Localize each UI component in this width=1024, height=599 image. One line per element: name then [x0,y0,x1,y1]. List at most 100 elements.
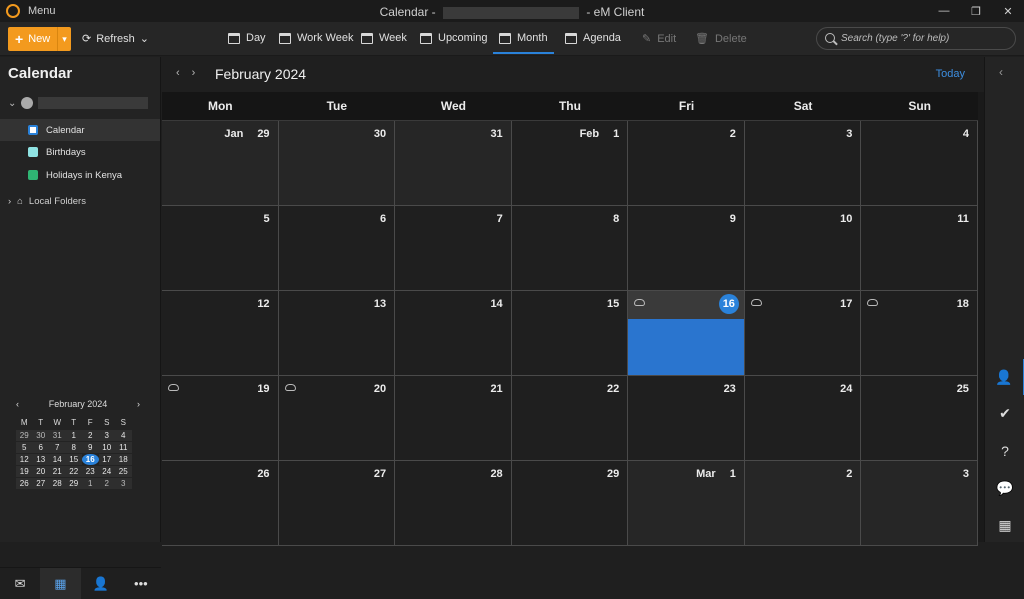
day-cell[interactable]: 26 [162,461,279,546]
mini-day-cell[interactable]: 7 [49,442,66,453]
help-icon[interactable]: ? [985,433,1024,469]
day-cell[interactable]: 8 [511,206,629,291]
day-cell[interactable]: 31 [395,121,512,206]
edit-button[interactable]: ✎ Edit [642,32,676,46]
mini-day-cell[interactable]: 6 [32,442,49,453]
today-button[interactable]: Today [936,68,965,80]
mini-day-cell[interactable]: 31 [49,430,66,441]
agenda-icon[interactable]: ▦ [985,507,1024,543]
sidebar-item-holidays-kenya[interactable]: Holidays in Kenya [0,164,160,186]
day-cell-today[interactable]: 16 [628,291,745,376]
day-cell[interactable]: 15 [511,291,629,376]
tasks-icon[interactable]: ✔ [985,395,1024,431]
mini-day-cell[interactable]: 10 [98,442,115,453]
sidebar-item-calendar[interactable]: Calendar [0,119,160,141]
new-button[interactable]: + New ▾ [8,27,71,51]
delete-button[interactable]: 🗑 Delete [695,32,747,46]
mini-day-cell[interactable]: 17 [98,454,115,465]
calendar-icon[interactable]: ▦ [40,568,81,599]
mini-day-cell[interactable]: 1 [82,478,99,489]
day-cell[interactable]: 10 [744,206,862,291]
sidebar-item-birthdays[interactable]: Birthdays [0,141,160,163]
day-cell[interactable]: 28 [395,461,512,546]
day-cell[interactable]: 9 [628,206,745,291]
day-cell[interactable]: 6 [278,206,396,291]
mini-day-cell[interactable]: 14 [49,454,66,465]
view-month-button[interactable]: Month [493,32,554,54]
day-cell[interactable]: 7 [395,206,512,291]
more-icon[interactable]: ••• [121,568,161,599]
contacts-icon[interactable]: 👤 [81,568,121,599]
checkbox-icon[interactable] [28,147,38,157]
day-cell[interactable]: 11 [861,206,978,291]
mini-day-cell[interactable]: 19 [16,466,33,477]
mini-day-cell[interactable]: 25 [115,466,132,477]
mini-day-cell[interactable]: 29 [65,478,82,489]
mini-day-cell[interactable]: 21 [49,466,66,477]
chevron-down-icon[interactable]: ⌄ [8,98,16,109]
mini-day-cell[interactable]: 30 [32,430,49,441]
mini-day-cell[interactable]: 13 [32,454,49,465]
mini-day-cell[interactable]: 2 [98,478,115,489]
day-cell[interactable]: 3 [861,461,978,546]
day-cell[interactable]: 27 [278,461,396,546]
view-day-button[interactable]: Day [228,32,266,44]
maximize-button[interactable]: ❐ [960,0,992,22]
day-cell[interactable]: 20 [278,376,396,461]
account-tree-item[interactable]: ⌄ [8,97,149,109]
mini-day-cell[interactable]: 2 [82,430,99,441]
mini-day-cell[interactable]: 28 [49,478,66,489]
day-cell[interactable]: Mar 1 [628,461,745,546]
day-cell[interactable]: Feb 1 [511,121,629,206]
sidebar-item-local-folders[interactable]: › ⌂ Local Folders [8,196,86,207]
mini-day-cell[interactable]: 8 [65,442,82,453]
view-upcoming-button[interactable]: Upcoming [420,32,488,44]
day-cell[interactable]: 23 [628,376,745,461]
mini-day-cell[interactable]: 16 [82,454,99,465]
day-cell[interactable]: 14 [395,291,512,376]
mini-day-cell[interactable]: 23 [82,466,99,477]
chevron-right-icon[interactable]: › [8,196,11,207]
day-cell[interactable]: 5 [162,206,279,291]
collapse-panel-icon[interactable]: ‹ [999,65,1003,79]
day-cell[interactable]: 13 [278,291,396,376]
day-cell[interactable]: 22 [511,376,629,461]
mini-day-cell[interactable]: 1 [65,430,82,441]
minimize-button[interactable]: — [928,0,960,22]
mini-day-cell[interactable]: 5 [16,442,33,453]
day-cell[interactable]: 25 [861,376,978,461]
day-cell[interactable]: 21 [395,376,512,461]
view-week-button[interactable]: Week [361,32,407,44]
close-button[interactable]: ✕ [992,0,1024,22]
day-cell[interactable]: 12 [162,291,279,376]
checkbox-icon[interactable] [28,170,38,180]
day-cell[interactable]: 30 [278,121,396,206]
chat-icon[interactable]: 💬 [985,470,1024,506]
refresh-button[interactable]: ⟳ Refresh ⌄ [82,32,149,46]
day-cell[interactable]: 3 [744,121,862,206]
mini-day-cell[interactable]: 26 [16,478,33,489]
mini-day-cell[interactable]: 4 [115,430,132,441]
day-cell[interactable]: 18 [861,291,978,376]
mini-day-cell[interactable]: 9 [82,442,99,453]
view-agenda-button[interactable]: Agenda [565,32,621,44]
day-cell[interactable]: 17 [744,291,862,376]
mini-day-cell[interactable]: 29 [16,430,33,441]
mini-day-cell[interactable]: 18 [115,454,132,465]
mini-prev-month-icon[interactable]: ‹ [16,399,19,409]
day-cell[interactable]: Jan 29 [162,121,279,206]
search-input[interactable]: Search (type '?' for help) [816,27,1016,50]
mini-day-cell[interactable]: 11 [115,442,132,453]
mini-day-cell[interactable]: 24 [98,466,115,477]
checkbox-icon[interactable] [28,125,38,135]
day-cell[interactable]: 2 [628,121,745,206]
mini-day-cell[interactable]: 3 [98,430,115,441]
mail-icon[interactable]: ✉ [0,568,40,599]
mini-next-month-icon[interactable]: › [137,399,140,409]
mini-day-cell[interactable]: 27 [32,478,49,489]
mini-day-cell[interactable]: 22 [65,466,82,477]
mini-day-cell[interactable]: 20 [32,466,49,477]
mini-day-cell[interactable]: 12 [16,454,33,465]
day-cell[interactable]: 4 [861,121,978,206]
day-cell[interactable]: 29 [511,461,629,546]
